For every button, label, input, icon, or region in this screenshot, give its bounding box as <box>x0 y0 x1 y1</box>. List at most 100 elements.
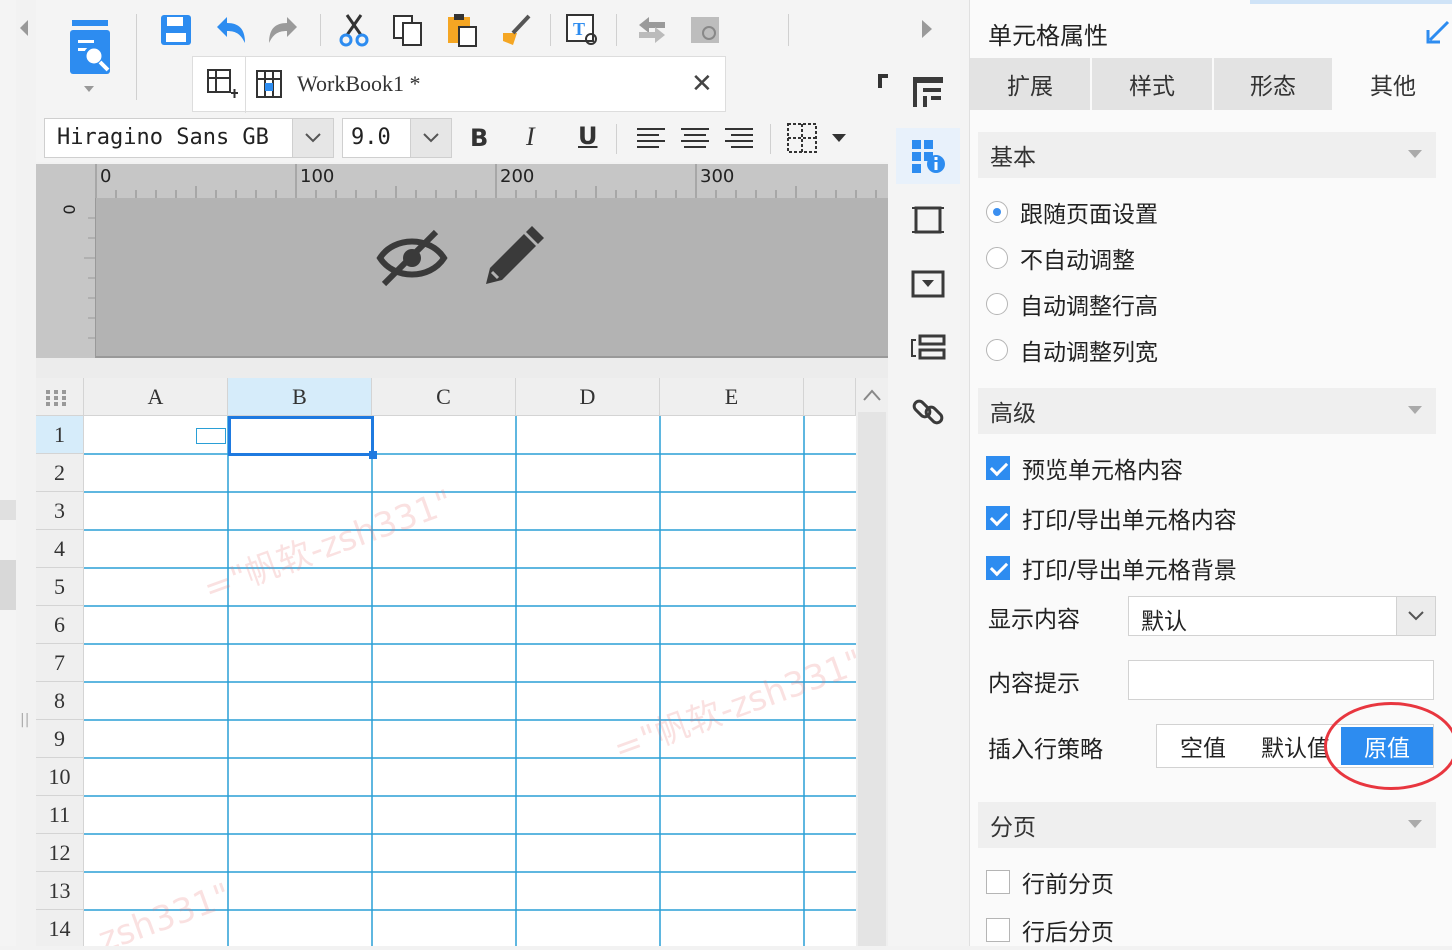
chevron-down-icon[interactable] <box>84 86 94 92</box>
checkbox[interactable] <box>986 870 1010 894</box>
content-hint-input[interactable] <box>1128 660 1434 700</box>
font-name-select[interactable]: Hiragino Sans GB <box>44 118 334 158</box>
row-header[interactable]: 11 <box>36 796 84 834</box>
row-header[interactable]: 6 <box>36 606 84 644</box>
tab-expand[interactable]: 扩展 <box>970 58 1090 110</box>
checkbox[interactable] <box>986 556 1010 580</box>
radio-no-auto-adjust[interactable]: 不自动调整 <box>986 238 1135 278</box>
chevron-down-icon[interactable] <box>292 119 333 157</box>
row-header[interactable]: 14 <box>36 910 84 946</box>
undo-icon[interactable] <box>210 10 250 50</box>
copy-icon[interactable] <box>388 10 428 50</box>
radio-auto-column-width[interactable]: 自动调整列宽 <box>986 330 1158 370</box>
cell-element-icon[interactable] <box>896 64 960 120</box>
align-right-icon[interactable] <box>724 126 754 156</box>
radio-button[interactable] <box>986 201 1008 223</box>
radio-label: 自动调整行高 <box>1020 294 1158 320</box>
chevron-down-icon[interactable] <box>1396 597 1435 635</box>
column-header-c[interactable]: C <box>372 378 516 416</box>
border-icon[interactable] <box>786 122 818 158</box>
format-painter-icon[interactable] <box>496 10 536 50</box>
row-header[interactable]: 3 <box>36 492 84 530</box>
condition-attribute-icon[interactable] <box>896 320 960 376</box>
tab-style[interactable]: 样式 <box>1092 58 1212 110</box>
row-header[interactable]: 2 <box>36 454 84 492</box>
redo-icon[interactable] <box>264 10 304 50</box>
chevron-down-icon[interactable] <box>832 134 846 142</box>
section-basic-header[interactable]: 基本 <box>978 132 1436 178</box>
radio-auto-row-height[interactable]: 自动调整行高 <box>986 284 1158 324</box>
policy-null-button[interactable]: 空值 <box>1157 725 1249 767</box>
check-print-background[interactable]: 打印/导出单元格背景 <box>986 548 1237 588</box>
border-settings-icon[interactable] <box>896 192 960 248</box>
collapse-left-icon[interactable] <box>20 20 28 36</box>
row-header[interactable]: 5 <box>36 568 84 606</box>
radio-follow-page[interactable]: 跟随页面设置 <box>986 192 1158 232</box>
scrollbar-track[interactable] <box>858 412 886 946</box>
row-header[interactable]: 8 <box>36 682 84 720</box>
drag-handle-icon[interactable]: || <box>20 712 29 728</box>
select-all-corner[interactable] <box>36 378 84 416</box>
section-advanced-header[interactable]: 高级 <box>978 388 1436 434</box>
font-size-select[interactable]: 9.0 <box>342 118 452 158</box>
image-icon[interactable] <box>686 10 726 50</box>
close-icon[interactable]: ✕ <box>691 69 713 99</box>
tab-form[interactable]: 形态 <box>1214 58 1332 110</box>
check-page-break-before[interactable]: 行前分页 <box>986 862 1114 902</box>
widget-icon[interactable] <box>896 256 960 312</box>
display-content-select[interactable]: 默认 <box>1128 596 1436 636</box>
chevron-down-icon[interactable] <box>410 119 451 157</box>
radio-button[interactable] <box>986 293 1008 315</box>
report-header-area[interactable]: 0 100 200 300 0 <box>36 164 888 358</box>
column-header-a[interactable]: A <box>84 378 228 416</box>
edit-pencil-icon[interactable] <box>480 226 544 294</box>
paste-icon[interactable] <box>442 10 482 50</box>
check-preview-content[interactable]: 预览单元格内容 <box>986 448 1183 488</box>
cell-attributes-icon[interactable] <box>896 128 960 184</box>
row-header[interactable]: 13 <box>36 872 84 910</box>
align-center-icon[interactable] <box>680 126 710 156</box>
scroll-up-icon[interactable] <box>862 388 882 402</box>
report-header-canvas[interactable] <box>96 198 888 358</box>
save-icon[interactable] <box>156 10 196 50</box>
row-header[interactable]: 1 <box>36 416 84 454</box>
row-header[interactable]: 10 <box>36 758 84 796</box>
italic-button[interactable]: I <box>526 122 535 152</box>
bold-button[interactable]: B <box>470 124 488 152</box>
chevron-down-icon <box>1408 820 1422 828</box>
cut-icon[interactable] <box>334 10 374 50</box>
checkbox[interactable] <box>986 506 1010 530</box>
new-worksheet-icon[interactable] <box>205 67 239 105</box>
workbook-tab[interactable]: WorkBook1 * ✕ <box>192 56 726 113</box>
section-paging-header[interactable]: 分页 <box>978 802 1436 848</box>
column-header-e[interactable]: E <box>660 378 804 416</box>
check-print-content[interactable]: 打印/导出单元格内容 <box>986 498 1237 538</box>
vertical-scrollbar[interactable] <box>856 378 888 946</box>
radio-button[interactable] <box>986 247 1008 269</box>
check-page-break-after[interactable]: 行后分页 <box>986 910 1114 950</box>
hyperlink-icon[interactable] <box>896 384 960 440</box>
tab-other[interactable]: 其他 <box>1334 58 1452 110</box>
fill-handle[interactable] <box>369 451 377 459</box>
row-header[interactable]: 4 <box>36 530 84 568</box>
column-header-f[interactable] <box>804 378 856 416</box>
row-header[interactable]: 12 <box>36 834 84 872</box>
expand-icon[interactable] <box>922 20 932 38</box>
radio-button[interactable] <box>986 339 1008 361</box>
text-box-icon[interactable]: T <box>562 10 602 50</box>
align-left-icon[interactable] <box>636 126 666 156</box>
header-divider <box>36 358 888 378</box>
underline-button[interactable]: U <box>578 122 598 150</box>
row-header[interactable]: 9 <box>36 720 84 758</box>
column-header-b[interactable]: B <box>228 378 372 416</box>
selected-cell[interactable] <box>228 416 374 456</box>
spreadsheet-grid[interactable]: A B C D E 1 2 3 4 5 6 7 8 9 10 11 12 13 … <box>36 378 856 946</box>
collapse-panel-icon[interactable] <box>1426 20 1450 48</box>
row-header[interactable]: 7 <box>36 644 84 682</box>
column-header-d[interactable]: D <box>516 378 660 416</box>
eye-off-icon[interactable] <box>376 226 448 294</box>
checkbox[interactable] <box>986 456 1010 480</box>
preview-icon[interactable] <box>62 16 118 80</box>
swap-icon[interactable] <box>632 10 672 50</box>
checkbox[interactable] <box>986 918 1010 942</box>
